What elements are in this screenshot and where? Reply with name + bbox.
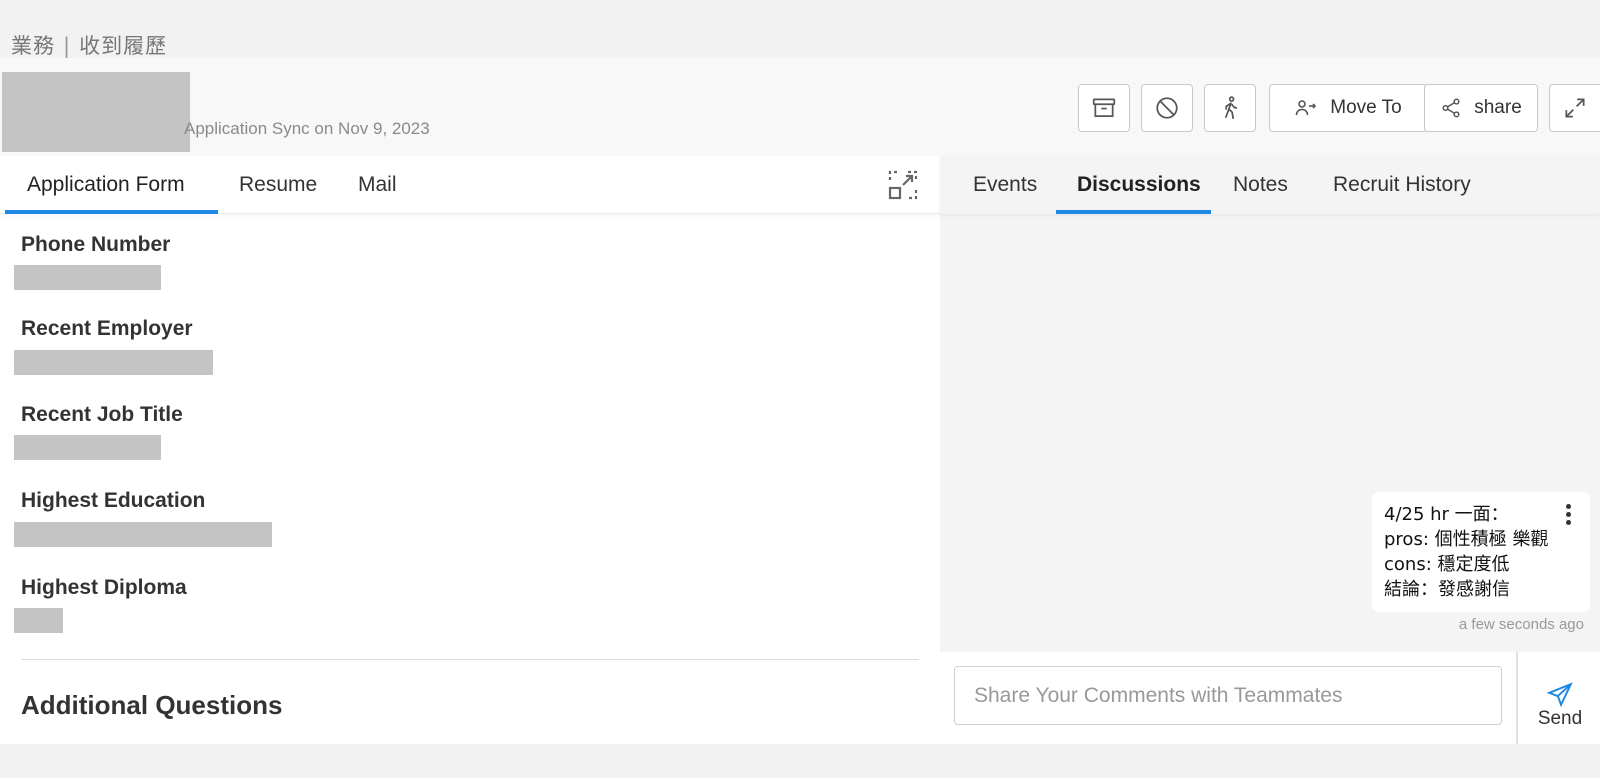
active-tab-indicator [5,210,218,214]
move-to-label: Move To [1330,97,1402,118]
walking-person-icon [1224,96,1238,119]
tab-notes[interactable]: Notes [1233,173,1288,197]
field-label: Highest Education [21,489,206,512]
fullscreen-panel-button[interactable] [887,169,919,201]
field-label: Recent Employer [21,317,193,340]
comment-line: 4/25 hr 一面： [1384,504,1509,525]
discussion-comment: 4/25 hr 一面： pros: 個性積極 樂觀 cons: 穩定度低 結論：… [1372,492,1590,612]
comment-line: 結論：發感謝信 [1384,579,1510,600]
archive-box-icon [1092,98,1116,117]
additional-questions-title: Additional Questions [21,690,283,720]
field-value-redacted [14,350,213,375]
section-divider [21,659,919,660]
page-footer-strip [0,744,1600,778]
field-value-redacted [14,435,161,460]
paper-plane-icon [1546,682,1573,708]
composer-divider [1516,652,1518,744]
tab-application-form[interactable]: Application Form [27,173,185,197]
field-value-redacted [14,608,63,633]
active-tab-indicator [1056,210,1211,214]
share-nodes-icon [1442,98,1460,118]
application-panel: Application Form Resume Mail Phone Numbe… [0,156,940,744]
comment-line: cons: 穩定度低 [1384,554,1510,575]
comment-composer: Send [940,652,1600,744]
archive-button[interactable] [1078,84,1130,132]
block-circle-icon [1156,97,1178,119]
field-value-redacted [14,522,272,547]
send-button[interactable]: Send [1530,682,1590,732]
candidate-header: Application Sync on Nov 9, 2023 Move To … [0,58,1600,156]
expand-view-button[interactable] [1549,84,1600,132]
breadcrumb-stage[interactable]: 收到履歷 [79,34,167,58]
field-label: Recent Job Title [21,403,183,426]
breadcrumb-department[interactable]: 業務 [11,34,55,58]
block-button[interactable] [1141,84,1193,132]
send-label: Send [1537,708,1583,729]
expand-panel-icon [888,170,918,200]
share-label: share [1474,97,1522,118]
withdraw-button[interactable] [1204,84,1256,132]
tab-discussions[interactable]: Discussions [1077,173,1201,197]
breadcrumb: 業務 | 收到履歷 [11,30,167,60]
tab-resume[interactable]: Resume [239,173,317,197]
share-button[interactable]: share [1424,84,1538,132]
tab-events[interactable]: Events [973,173,1037,197]
tab-mail[interactable]: Mail [358,173,397,197]
activity-panel: Events Discussions Notes Recruit History… [940,156,1600,744]
comment-input[interactable] [954,666,1502,725]
field-value-redacted [14,265,161,290]
field-label: Phone Number [21,233,171,256]
header-actions: Move To share [0,84,1600,132]
tab-recruit-history[interactable]: Recruit History [1333,173,1471,197]
expand-arrows-icon [1565,98,1585,118]
application-tabs: Application Form Resume Mail [0,156,940,214]
move-person-icon [1295,100,1317,116]
field-label: Highest Diploma [21,576,187,599]
activity-tabs: Events Discussions Notes Recruit History [940,156,1600,214]
comment-timestamp: a few seconds ago [1458,616,1584,633]
comment-line: pros: 個性積極 樂觀 [1384,529,1549,550]
comment-more-options-icon[interactable] [1566,504,1572,526]
move-to-button[interactable]: Move To [1269,84,1427,132]
breadcrumb-separator: | [63,34,72,58]
